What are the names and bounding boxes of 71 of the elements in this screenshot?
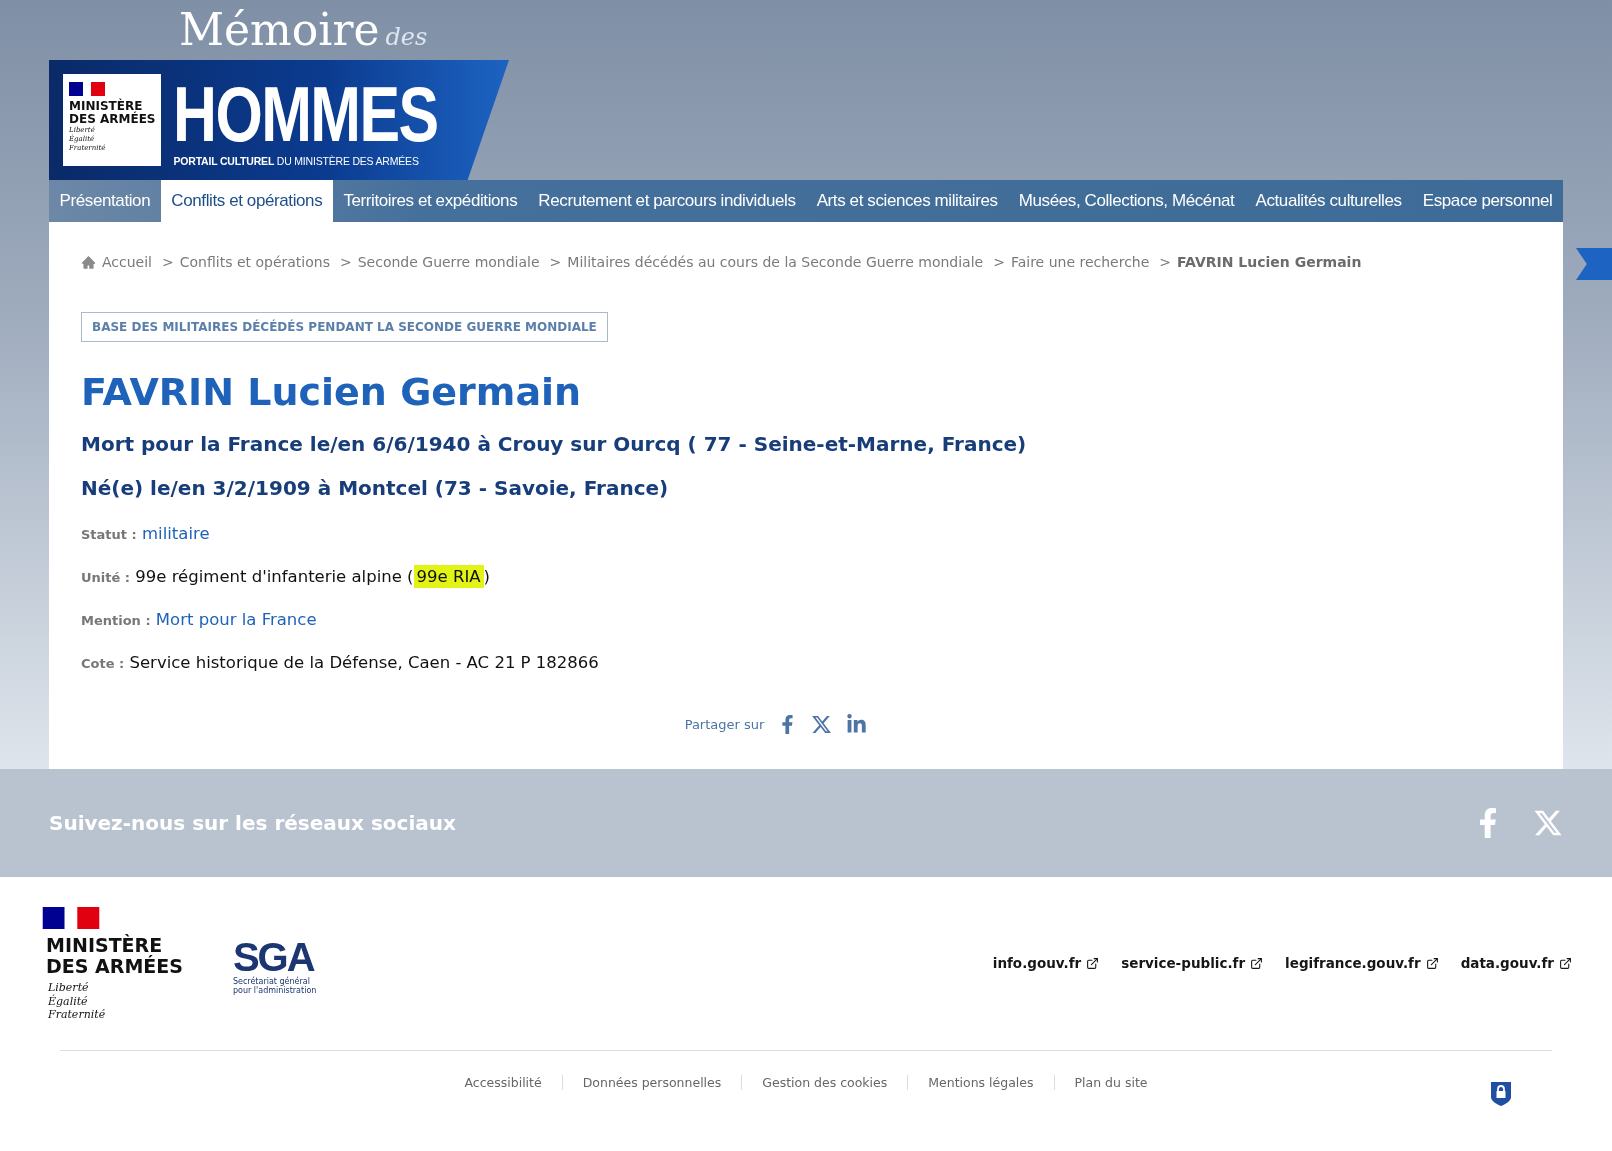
field-value: Service historique de la Défense, Caen - AC 21 P 182866 [129, 653, 599, 672]
breadcrumb-separator: > [162, 254, 174, 270]
breadcrumb-current: FAVRIN Lucien Germain [1177, 254, 1362, 270]
nav-tab[interactable]: Actualités culturelles [1244, 180, 1413, 222]
footer-link[interactable]: Accessibilité [444, 1075, 562, 1091]
site-tagline: PORTAIL CULTUREL DU MINISTÈRE DES ARMÉES [173, 155, 419, 167]
motto-text: Fraternité [48, 1008, 107, 1023]
sga-caption: Secrétariat général [232, 977, 310, 986]
nav-tab[interactable]: Recrutement et parcours individuels [527, 180, 807, 222]
nav-tab[interactable]: Territoires et expéditions [332, 180, 528, 222]
footer-link[interactable]: Gestion des cookies [741, 1075, 908, 1091]
external-link-icon [1559, 956, 1572, 970]
motto-text: Liberté [48, 980, 90, 994]
site-title: Mémoire [179, 3, 380, 57]
external-link[interactable]: legifrance.gouv.fr [1285, 955, 1439, 971]
breadcrumb-separator: > [1159, 254, 1172, 270]
nav-tab[interactable]: Arts et sciences militaires [806, 180, 1009, 222]
nav-tab[interactable]: Musées, Collections, Mécénat [1008, 180, 1245, 222]
breadcrumb-link[interactable]: Faire une recherche [1010, 254, 1150, 270]
ministry-logo[interactable]: MINISTÈRE DES ARMÉES Liberté Égalité Fraternité [40, 907, 183, 1023]
share-label: Partager sur [684, 717, 765, 732]
site-title-main: HOMMES [173, 73, 438, 155]
ministry-name: MINISTÈRE [69, 100, 143, 113]
footer-link[interactable]: Mentions légales [907, 1075, 1054, 1091]
external-link[interactable]: data.gouv.fr [1460, 955, 1572, 971]
person-name: FAVRIN Lucien Germain [81, 370, 583, 414]
external-link[interactable]: info.gouv.fr [992, 955, 1100, 971]
side-tab[interactable] [1576, 248, 1612, 280]
breadcrumb-link[interactable]: Accueil [102, 254, 152, 270]
ministry-name: DES ARMÉES [69, 113, 156, 127]
nav-tab[interactable]: Conflits et opérations [160, 180, 333, 222]
breadcrumb-link[interactable]: Militaires décédés au cours de la Seconde Guerre mondiale [567, 254, 984, 270]
home-icon [81, 254, 96, 270]
external-link[interactable]: service-public.fr [1121, 955, 1264, 971]
footer-link[interactable]: Données personnelles [561, 1075, 742, 1091]
highlighted-abbreviation: 99e RIA [413, 565, 484, 588]
social-heading: Suivez-nous sur les réseaux sociaux [49, 811, 456, 835]
field-label: Cote : [81, 656, 125, 671]
ministry-name: DES ARMÉES [46, 955, 183, 977]
breadcrumb-separator: > [339, 254, 352, 270]
nav-tab[interactable]: Espace personnel [1412, 180, 1564, 222]
breadcrumb-separator: > [549, 254, 562, 270]
motto-text: Égalité [48, 994, 89, 1009]
breadcrumb-link[interactable]: Conflits et opérations [179, 254, 330, 270]
field-link[interactable]: militaire [142, 524, 210, 543]
sga-caption: pour l'administration [232, 986, 317, 995]
ministry-name: MINISTÈRE [46, 935, 163, 956]
sga-acronym: SGA [232, 937, 316, 977]
nav-tab[interactable]: Présentation [49, 180, 161, 222]
field-link[interactable]: Mort pour la France [155, 610, 317, 629]
closing-parenthesis: ) [483, 567, 490, 586]
birth-info: Né(e) le/en 3/2/1909 à Montcel (73 - Savoie, France) [81, 476, 670, 500]
field-label: Statut : [81, 527, 137, 542]
death-info: Mort pour la France le/en 6/6/1940 à Crouy sur Ourcq ( 77 - Seine-et-Marne, France) [81, 432, 1028, 456]
sga-logo[interactable]: SGA Secrétariat général pour l'administration [232, 937, 317, 995]
x-icon[interactable] [811, 714, 833, 735]
field-label: Mention : [81, 613, 151, 628]
field-value: 99e régiment d'infanterie alpine ( [135, 567, 414, 586]
breadcrumb-separator: > [993, 254, 1005, 270]
footer-link[interactable]: Plan du site [1053, 1075, 1168, 1091]
external-link-icon [1086, 956, 1100, 970]
external-link-icon [1425, 956, 1439, 970]
database-tag: BASE DES MILITAIRES DÉCÉDÉS PENDANT LA SECONDE GUERRE MONDIALE [81, 312, 608, 342]
flag-logo-icon [69, 82, 105, 96]
field-label: Unité : [81, 570, 131, 585]
flag-logo-icon [40, 907, 102, 929]
external-link-icon [1250, 956, 1264, 970]
site-title-small: des [385, 23, 428, 51]
lock-shield-icon[interactable] [1490, 1081, 1512, 1108]
breadcrumb-link[interactable]: Seconde Guerre mondiale [357, 254, 540, 270]
linkedin-icon[interactable] [846, 714, 868, 735]
